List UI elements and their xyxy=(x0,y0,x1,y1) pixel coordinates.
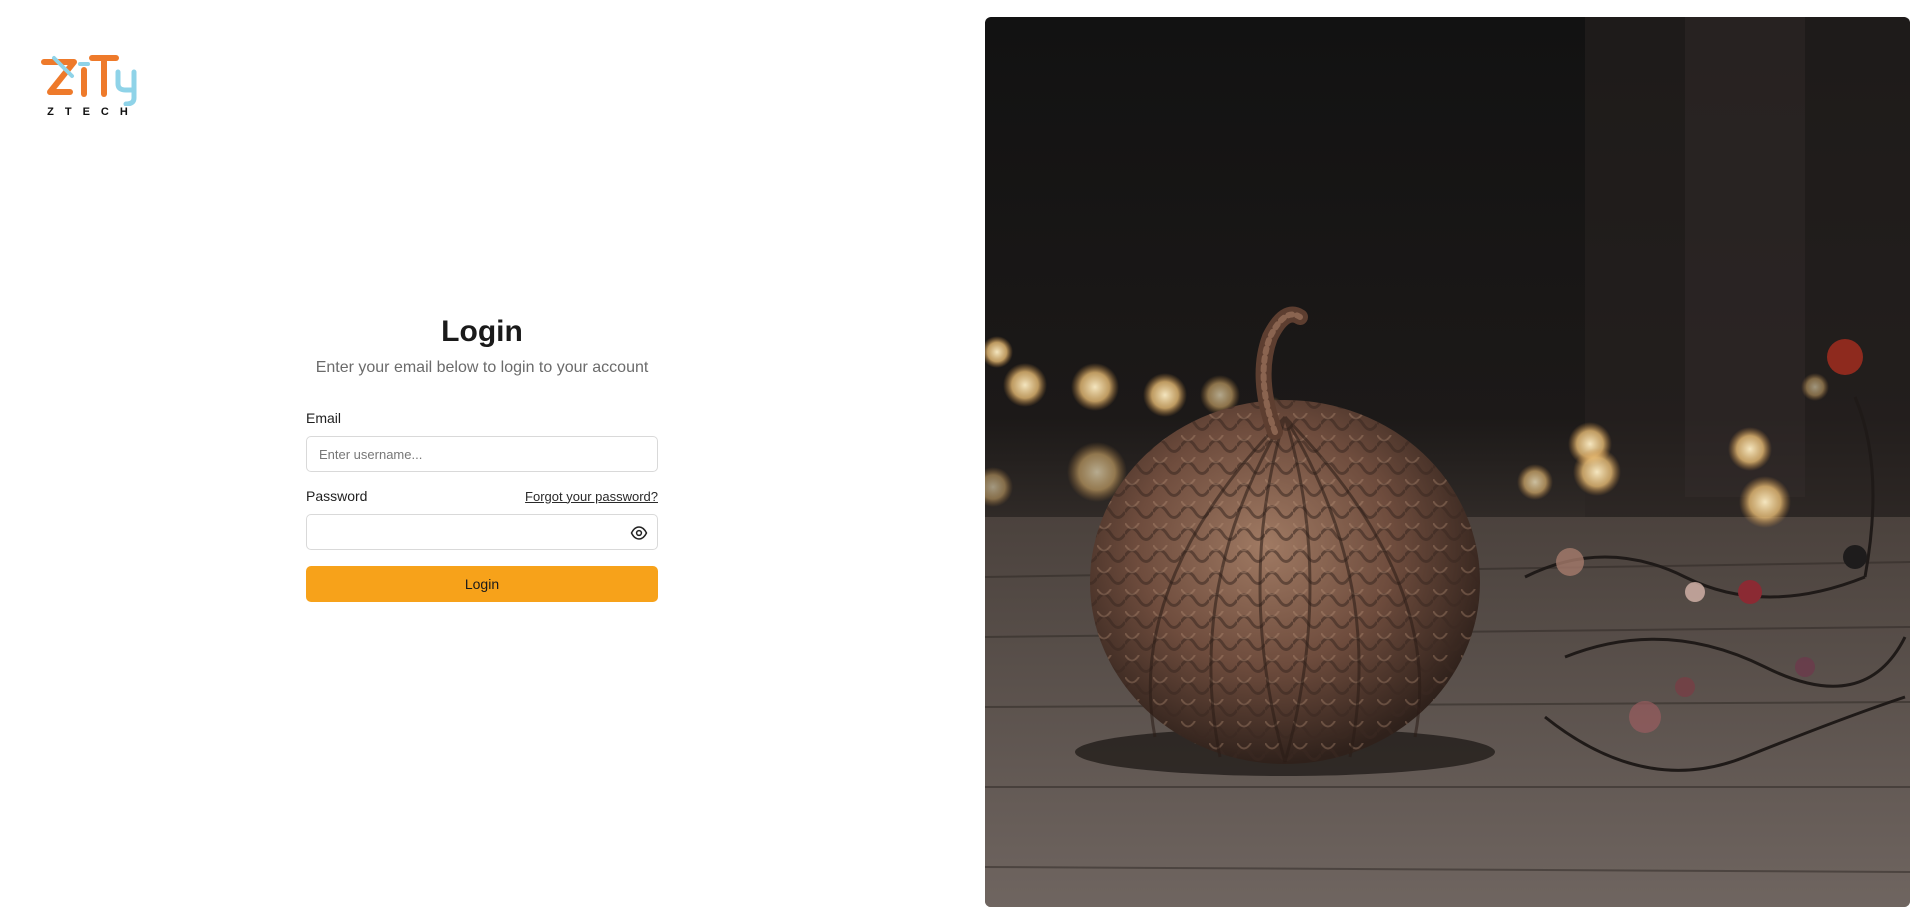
pumpkin-photo xyxy=(985,17,1910,907)
hero-image xyxy=(985,17,1910,907)
password-label-row: Password Forgot your password? xyxy=(306,486,658,506)
password-label: Password xyxy=(306,488,368,504)
eye-icon[interactable] xyxy=(629,523,649,543)
email-label: Email xyxy=(306,410,342,426)
password-input[interactable] xyxy=(307,515,657,549)
email-label-row: Email xyxy=(306,408,658,428)
logo-mark-icon xyxy=(41,55,137,106)
forgot-password-link[interactable]: Forgot your password? xyxy=(525,489,658,504)
login-button[interactable]: Login xyxy=(306,566,658,602)
page-title: Login xyxy=(441,315,523,348)
email-field-wrapper xyxy=(306,436,658,472)
email-input[interactable] xyxy=(307,437,657,471)
page-subtitle: Enter your email below to login to your … xyxy=(315,359,649,376)
login-form: Login Enter your email below to login to… xyxy=(306,312,658,602)
login-page: ZTECH Login Enter your email below to lo… xyxy=(0,0,1919,919)
brand-logo[interactable]: ZTECH xyxy=(40,50,140,122)
logo-tagline: ZTECH xyxy=(47,106,139,118)
password-field-wrapper xyxy=(306,514,658,550)
